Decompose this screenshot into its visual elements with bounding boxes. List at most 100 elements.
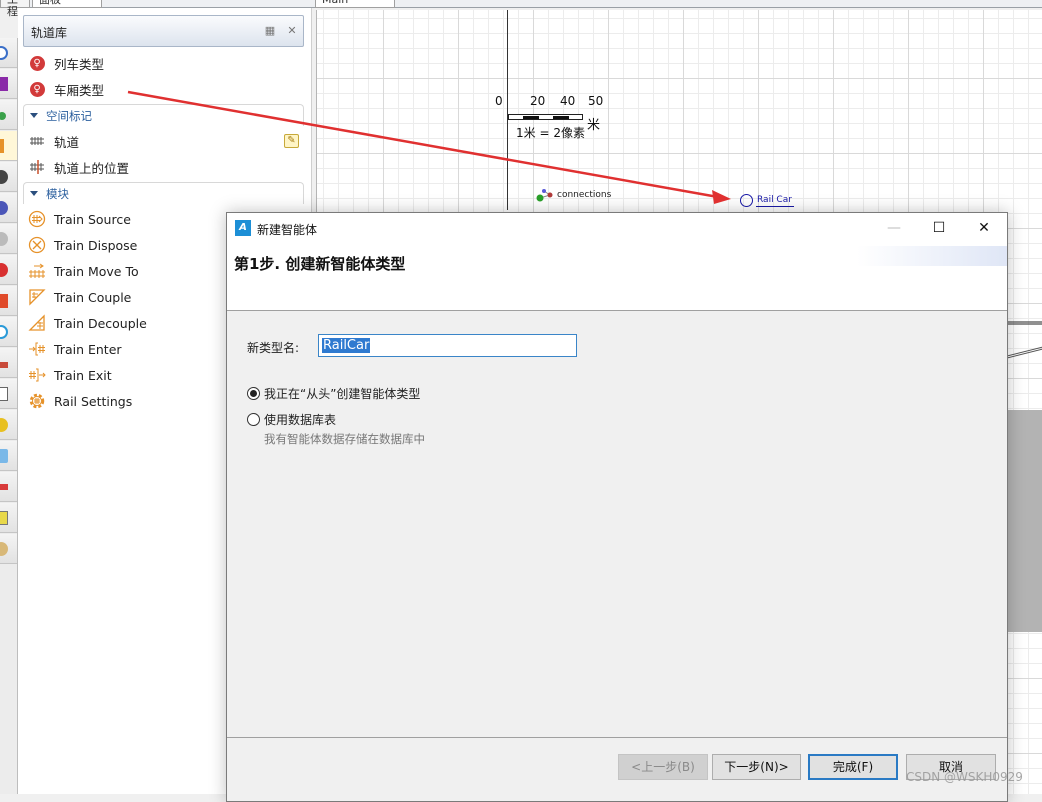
palette-item-label: Train Exit <box>54 367 112 383</box>
palette-item-train-type[interactable]: ♀ 列车类型 <box>28 52 298 74</box>
scale-tick-label: 0 <box>495 94 503 108</box>
analysis-icon <box>0 362 8 368</box>
pencil-icon[interactable]: ✎ <box>284 134 299 148</box>
palette-item-car-type[interactable]: ♀ 车厢类型 <box>28 78 298 100</box>
dialog-titlebar[interactable]: A 新建智能体 — ☐ ✕ <box>227 213 1007 243</box>
scale-bar[interactable] <box>508 114 583 120</box>
palette-item-label: Train Couple <box>54 289 132 305</box>
category-button-rail[interactable] <box>0 131 17 161</box>
track-icon <box>28 132 46 150</box>
category-button[interactable] <box>0 69 17 99</box>
scale-bar-segment <box>523 116 539 119</box>
train-decouple-icon <box>28 314 46 332</box>
close-icon[interactable]: ✕ <box>286 25 298 37</box>
category-button[interactable] <box>0 317 17 347</box>
material-icon <box>0 232 8 246</box>
connections-element[interactable]: connections <box>535 188 611 202</box>
train-source-icon <box>28 210 46 228</box>
pedestrian-icon <box>0 201 8 215</box>
radio-use-database-table[interactable]: 使用数据库表 <box>247 411 336 428</box>
collapse-triangle-icon <box>30 113 38 118</box>
category-button[interactable] <box>0 441 17 471</box>
section-label: 模块 <box>46 186 69 201</box>
scale-tick-label: 40 <box>560 94 576 108</box>
anylogic-app-icon: A <box>235 220 251 236</box>
rail-library-icon <box>0 139 4 153</box>
category-button[interactable] <box>0 503 17 533</box>
editor-tab-strip: 工程 面板 Main <box>0 0 1042 18</box>
back-button[interactable]: <上一步(B) <box>618 754 708 780</box>
category-button[interactable] <box>0 255 17 285</box>
agent-type-icon: ♀ <box>28 80 46 98</box>
collapse-triangle-icon <box>30 191 38 196</box>
section-blocks[interactable]: 模块 <box>23 182 304 204</box>
pictures-icon <box>0 449 8 463</box>
connectivity-icon <box>0 484 8 490</box>
palette-item-label: Train Move To <box>54 263 139 279</box>
category-button[interactable] <box>0 38 17 68</box>
tab-palette[interactable]: 面板 <box>32 0 102 8</box>
category-button[interactable] <box>0 162 17 192</box>
agent-type-icon: ♀ <box>28 54 46 72</box>
connections-icon <box>536 189 553 202</box>
palette-item-label: 车厢类型 <box>54 82 105 98</box>
footer-divider <box>227 737 1007 738</box>
scale-unit: 米 <box>587 118 601 133</box>
agent-circle-icon <box>740 194 753 207</box>
tab-main[interactable]: Main <box>315 0 395 8</box>
type-name-value: RailCar <box>322 338 371 353</box>
tab-main-label: Main <box>322 0 348 6</box>
radio-create-from-scratch[interactable]: 我正在“从头”创建智能体类型 <box>247 385 420 402</box>
category-button[interactable] <box>0 348 17 378</box>
dialog-title: 新建智能体 <box>257 223 318 237</box>
tab-project[interactable]: 工程 <box>0 0 30 18</box>
radio-button[interactable] <box>247 413 260 426</box>
category-button[interactable] <box>0 100 17 130</box>
stop-icon <box>0 263 8 277</box>
category-button[interactable] <box>0 379 17 409</box>
category-button[interactable] <box>0 534 17 564</box>
palette-item-track[interactable]: 轨道 <box>28 130 298 152</box>
origin-axis <box>507 10 508 210</box>
connections-label: connections <box>557 190 612 200</box>
finish-button[interactable]: 完成(F) <box>808 754 898 780</box>
next-button[interactable]: 下一步(N)> <box>712 754 801 780</box>
palette-item-label: Train Decouple <box>54 315 147 331</box>
3d-objects-icon <box>0 511 8 525</box>
position-on-track-icon <box>28 158 46 176</box>
type-name-input[interactable]: RailCar <box>318 334 577 357</box>
close-button[interactable]: ✕ <box>961 213 1007 243</box>
railcar-label: Rail Car <box>756 194 794 207</box>
chart-icon <box>0 77 8 91</box>
section-space-markup[interactable]: 空间标记 <box>23 104 304 126</box>
palette-header: 轨道库 ▦ ✕ <box>23 15 304 47</box>
database-icon <box>0 542 8 556</box>
scale-ratio: 1米 = 2像素 <box>516 126 585 140</box>
maximize-button[interactable]: ☐ <box>916 213 962 243</box>
palette-title: 轨道库 <box>31 26 68 40</box>
category-button[interactable] <box>0 193 17 223</box>
gray-region <box>1007 410 1042 632</box>
railcar-agent[interactable]: Rail Car <box>740 194 794 207</box>
radio-button-selected[interactable] <box>247 387 260 400</box>
palette-category-strip <box>0 38 18 794</box>
minimize-button[interactable]: — <box>871 213 917 243</box>
grid-view-icon[interactable]: ▦ <box>264 25 276 37</box>
category-button[interactable] <box>0 410 17 440</box>
palette-item-position-on-track[interactable]: 轨道上的位置 <box>28 156 298 178</box>
scale-tick-label: 20 <box>530 94 546 108</box>
scale-bar-segment <box>553 116 569 119</box>
train-exit-icon <box>28 366 46 384</box>
palette-item-label: Train Enter <box>54 341 122 357</box>
presentation-icon <box>0 387 8 401</box>
train-dispose-icon <box>28 236 46 254</box>
category-button[interactable] <box>0 472 17 502</box>
clock-icon <box>0 46 8 60</box>
connector-icon <box>0 325 8 339</box>
type-name-label: 新类型名: <box>247 341 300 355</box>
category-button[interactable] <box>0 286 17 316</box>
radio-label: 使用数据库表 <box>264 413 337 427</box>
palette-item-label: 轨道上的位置 <box>54 160 130 176</box>
category-button[interactable] <box>0 224 17 254</box>
palette-item-label: Train Source <box>54 211 131 227</box>
